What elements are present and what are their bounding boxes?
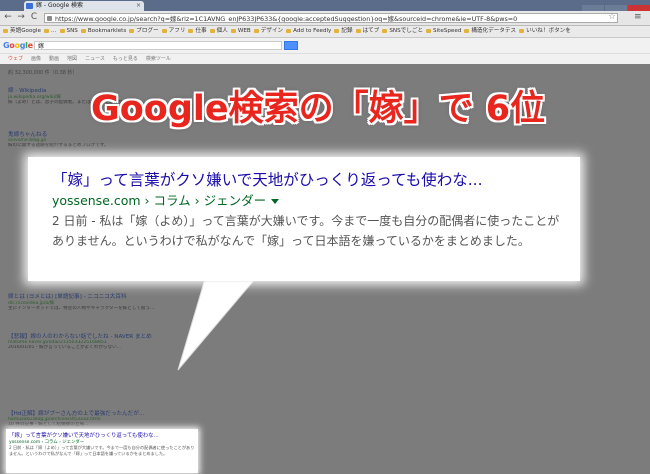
google-header: Google 嫁 (0, 38, 650, 54)
reload-icon[interactable]: C (29, 12, 39, 23)
result-url-path: › コラム › ジェンダー (140, 193, 267, 208)
small-result-title[interactable]: 「嫁」って言葉がクソ嫌いで天地がひっくり返っても使わな... (9, 431, 195, 439)
result-item-title[interactable]: 【悲報】嫁の人のわからない話でしたね - NAVER まとめ (8, 332, 338, 340)
window-controls (581, 0, 650, 15)
tab-title: 嫁 - Google 検索 (36, 2, 84, 9)
result-item-snippet: 嫁のに関する話題を紹介するまとめブログです。 (8, 143, 109, 148)
menu-icon[interactable]: ≡ (634, 12, 642, 22)
search-tab[interactable]: ニュース (85, 56, 105, 62)
search-tabs: ウェブ 画像 動画 地図 ニュース もっと見る 検索ツール (0, 54, 650, 64)
bookmark-item[interactable]: デザイン (253, 26, 283, 37)
result-item: 鬼嫁ちゃんねる onivome.blog.jp/嫁のに関する話題を紹介するまとめブ… (8, 130, 338, 149)
bookmark-item[interactable]: アフリ (161, 26, 185, 37)
bookmark-item[interactable]: 仕事 (188, 26, 207, 37)
tab-close-icon[interactable]: × (136, 1, 141, 11)
url-dropdown-arrow-icon[interactable] (271, 199, 280, 204)
back-icon[interactable]: ← (3, 12, 13, 23)
search-input[interactable]: 嫁 (34, 41, 282, 50)
browser-window: 嫁 - Google 検索 × ← → C https://www.google… (0, 0, 650, 474)
bookmark-item[interactable]: 英語Google (3, 26, 41, 37)
result-item: 【悲報】嫁の人のわからない話でしたね - NAVER まとめ matome.nav… (8, 332, 338, 351)
search-tab[interactable]: ウェブ (8, 56, 23, 62)
result-stats: 約 32,300,000 件（0.38 秒） (8, 70, 78, 76)
tab-strip: 嫁 - Google 検索 × (0, 0, 650, 15)
forward-icon[interactable]: → (16, 12, 26, 23)
bookmark-item[interactable]: Add to Feedly (286, 26, 331, 37)
search-button[interactable] (284, 41, 298, 50)
result-item: 【Hd正解】嫁がブーさん方の上で最強だったんだが… hamusoku.blog.j… (8, 409, 338, 428)
bookmark-star-icon[interactable]: ☆ (608, 12, 616, 22)
search-tab[interactable]: 画像 (31, 56, 41, 62)
bookmark-item[interactable]: ブログー (129, 26, 159, 37)
address-bar[interactable]: https://www.google.co.jp/search?q=嫁&rlz=… (44, 13, 618, 23)
search-tab[interactable]: 地図 (67, 56, 77, 62)
bookmark-item[interactable]: SNS (59, 26, 78, 37)
browser-tab[interactable]: 嫁 - Google 検索 × (24, 1, 144, 11)
result-item-title[interactable]: 嫁とは (ヨメとは) [単語記事] - ニコニコ大百科 (8, 292, 338, 300)
headline-overlay: Google検索の「嫁」で 6位 (91, 89, 546, 129)
search-tab[interactable]: 動画 (49, 56, 59, 62)
bookmark-item[interactable]: いいね！ボタンを (519, 26, 571, 37)
result-url: yossense.com › コラム › ジェンダー (52, 193, 560, 209)
bookmark-item[interactable]: はてブ (355, 26, 379, 37)
result-title-link[interactable]: 「嫁」って言葉がクソ嫌いで天地がひっくり返っても使わな... (52, 171, 560, 190)
bookmark-item[interactable]: … (43, 26, 57, 37)
result-item-title[interactable]: 鬼嫁ちゃんねる (8, 130, 338, 138)
google-logo[interactable]: Google (3, 41, 33, 50)
result-item-snippet: 2016/01/01 - 嫁が言っていることがよくわからない… (8, 345, 122, 350)
result-url-host: yossense.com (52, 193, 141, 208)
zoomed-result-callout: 「嫁」って言葉がクソ嫌いで天地がひっくり返っても使わな... yossense.… (28, 157, 580, 281)
small-result-snippet: 2 日前 - 私は「嫁（よめ）」って言葉が大嫌いです。今まで一度も自分の配偶者に… (9, 445, 195, 456)
result-item: 嫁とは (ヨメとは) [単語記事] - ニコニコ大百科 dic.nicovideo… (8, 292, 338, 312)
bookmark-item[interactable]: 記録 (334, 26, 353, 37)
bookmark-item[interactable]: WEB (230, 26, 251, 37)
result-item-snippet: 主にインターネットでは、特定の人物やキャラクターを嫁として扱う… (8, 306, 155, 311)
bookmark-item[interactable]: Bookmarklets (80, 26, 126, 37)
result-snippet: 2 日前 - 私は「嫁（よめ）」って言葉が大嫌いです。今まで一度も自分の配偶者に… (52, 214, 560, 248)
result-item-title[interactable]: 【Hd正解】嫁がブーさん方の上で最強だったんだが… (8, 409, 338, 417)
google-favicon-icon (26, 3, 33, 9)
search-tab[interactable]: 検索ツール (146, 56, 171, 62)
address-text: https://www.google.co.jp/search?q=嫁&rlz=… (55, 15, 518, 23)
browser-toolbar: ← → C https://www.google.co.jp/search?q=… (0, 11, 650, 26)
bookmark-item[interactable]: 構造化データテス (464, 26, 516, 37)
highlighted-result-small: 「嫁」って言葉がクソ嫌いで天地がひっくり返っても使わな... yossense.… (6, 429, 198, 473)
bookmark-item[interactable]: 個人 (209, 26, 228, 37)
bookmarks-bar: 英語Google… SNS Bookmarklets ブログー アフリ 仕事 個人 WEB デザ… (0, 26, 650, 38)
bookmark-item[interactable]: SiteSpeed (426, 26, 461, 37)
bookmark-item[interactable]: SNSでしごと (382, 26, 423, 37)
result-item-snippet: 10 件の記事 - 嫁として結婚後の立場… (8, 422, 89, 427)
lock-icon (47, 16, 52, 21)
search-tab[interactable]: もっと見る (113, 56, 138, 62)
